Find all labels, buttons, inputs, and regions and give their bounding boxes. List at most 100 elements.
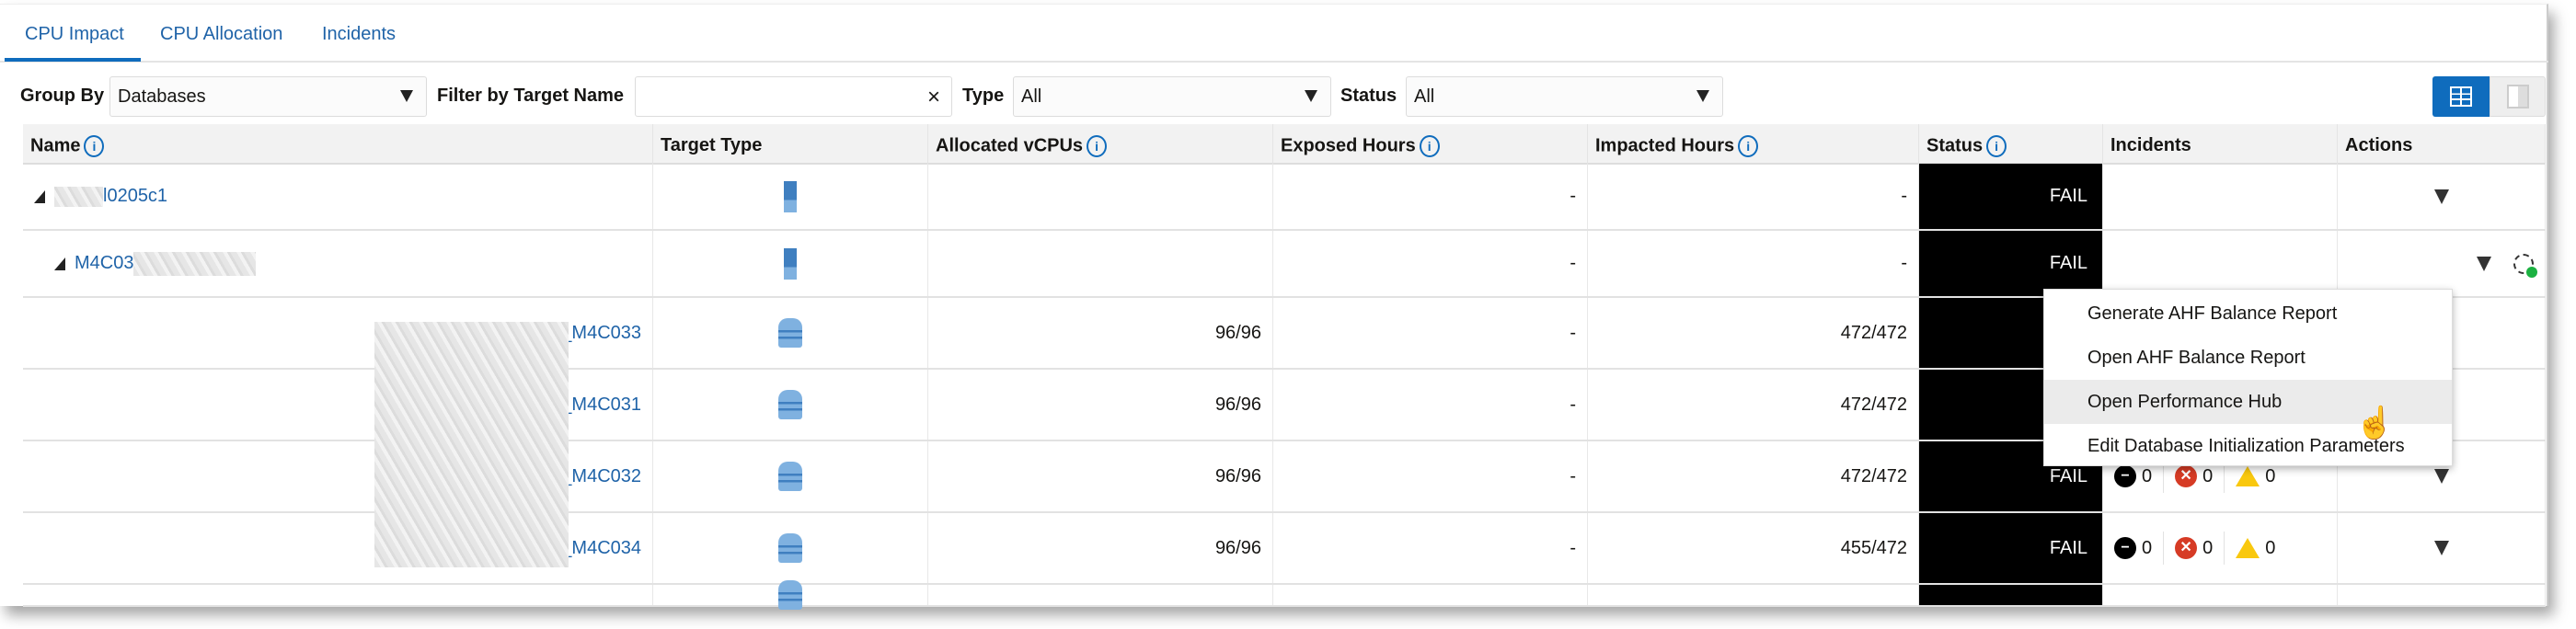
tab-divider: [0, 61, 2548, 63]
column-header-name[interactable]: Name i: [23, 124, 653, 165]
impacted-cell: 472/472: [1588, 298, 1919, 368]
name-cell: [23, 585, 653, 605]
info-icon[interactable]: i: [1087, 135, 1108, 157]
impacted-cell: 455/472: [1588, 513, 1919, 583]
target-link[interactable]: M4C03: [75, 253, 133, 274]
collapse-icon[interactable]: [54, 257, 65, 270]
detail-view-button[interactable]: [2490, 76, 2546, 117]
header-label: Exposed Hours: [1281, 135, 1416, 156]
header-label: Incidents: [2110, 135, 2191, 155]
status-value: All: [1414, 86, 1435, 107]
target-link[interactable]: _M4C033: [561, 323, 641, 344]
actions-dropdown-icon[interactable]: [2433, 469, 2449, 484]
target-type-cell: [653, 298, 928, 368]
impacted-value: 455/472: [1840, 537, 1907, 558]
count: 0: [2142, 537, 2153, 558]
tab-cpu-impact[interactable]: CPU Impact: [25, 24, 124, 45]
table-row[interactable]: l0205c1 - - FAIL: [23, 164, 2546, 231]
column-header-exposed-hours[interactable]: Exposed Hours i: [1273, 124, 1588, 165]
count: 0: [2202, 537, 2214, 558]
exposed-value: -: [1570, 465, 1576, 486]
target-link[interactable]: l0205c1: [103, 186, 167, 207]
exposed-cell: -: [1273, 164, 1588, 229]
type-label: Type: [962, 86, 1005, 106]
collapse-icon[interactable]: [34, 189, 45, 203]
incident-critical[interactable]: ✕ 0: [2175, 532, 2225, 565]
allocated-cell: [928, 164, 1273, 229]
info-icon[interactable]: i: [1419, 135, 1440, 157]
actions-cell: [2338, 164, 2546, 229]
exposed-cell: -: [1273, 298, 1588, 368]
column-header-incidents[interactable]: Incidents: [2103, 124, 2338, 165]
error-icon: ✕: [2175, 465, 2198, 487]
exposed-value: -: [1570, 253, 1576, 273]
status-badge: FAIL: [2049, 186, 2087, 206]
allocated-cell: 96/96: [928, 441, 1273, 511]
actions-dropdown-icon[interactable]: [2433, 189, 2449, 204]
status-badge: FAIL: [2049, 537, 2087, 558]
exposed-cell: -: [1273, 513, 1588, 583]
info-icon[interactable]: i: [1738, 135, 1759, 157]
table-view-button[interactable]: [2432, 76, 2490, 117]
database-icon: [778, 580, 802, 610]
actions-dropdown-icon[interactable]: [2477, 256, 2491, 271]
clear-icon[interactable]: ×: [927, 85, 940, 110]
count: 0: [2202, 465, 2214, 486]
impacted-value: 472/472: [1840, 465, 1907, 486]
minus-circle-icon: −: [2114, 537, 2136, 559]
warning-icon: [2236, 466, 2260, 486]
group-by-value: Databases: [118, 86, 206, 107]
database-icon: [778, 318, 802, 348]
status-select[interactable]: All: [1406, 76, 1723, 117]
menu-item-generate-ahf-report[interactable]: Generate AHF Balance Report: [2044, 292, 2452, 336]
target-link[interactable]: _M4C031: [561, 395, 641, 416]
column-header-allocated-vcpus[interactable]: Allocated vCPUs i: [928, 124, 1273, 165]
status-cell: [1919, 585, 2103, 605]
status-label: Status: [1340, 86, 1397, 106]
exposed-cell: -: [1273, 231, 1588, 296]
cluster-icon: [784, 180, 797, 212]
exposed-value: -: [1570, 394, 1576, 415]
menu-item-open-ahf-report[interactable]: Open AHF Balance Report: [2044, 336, 2452, 380]
hand-cursor-icon: ☝: [2355, 406, 2395, 440]
incident-fatal[interactable]: −0: [2114, 532, 2165, 565]
tab-incidents[interactable]: Incidents: [322, 24, 396, 45]
type-select[interactable]: All: [1013, 76, 1331, 117]
impacted-cell: -: [1588, 164, 1919, 229]
column-header-target-type[interactable]: Target Type: [653, 124, 928, 165]
actions-dropdown-icon[interactable]: [2433, 541, 2449, 555]
incidents-cell: −0 ✕ 0 0: [2103, 513, 2338, 583]
warning-icon: [2236, 538, 2260, 558]
header-label: Impacted Hours: [1595, 135, 1735, 156]
filter-label: Filter by Target Name: [437, 86, 625, 106]
chevron-down-icon: [1696, 90, 1709, 102]
column-header-impacted-hours[interactable]: Impacted Hours i: [1588, 124, 1919, 165]
count: 0: [2265, 537, 2276, 558]
header-label: Allocated vCPUs: [936, 135, 1084, 156]
exposed-cell: -: [1273, 441, 1588, 511]
target-type-cell: [653, 164, 928, 229]
exposed-value: -: [1570, 186, 1576, 206]
table-row[interactable]: [23, 580, 2546, 610]
target-link[interactable]: _M4C034: [561, 538, 641, 559]
group-by-select[interactable]: Databases: [109, 76, 427, 117]
impacted-cell: 472/472: [1588, 370, 1919, 440]
exposed-cell: -: [1273, 370, 1588, 440]
allocated-cell: [928, 585, 1273, 605]
impacted-value: -: [1901, 253, 1907, 273]
info-icon[interactable]: i: [1986, 135, 2007, 157]
filter-target-name-input[interactable]: ×: [635, 76, 952, 117]
exposed-cell: [1273, 585, 1588, 605]
tab-cpu-allocation[interactable]: CPU Allocation: [160, 24, 282, 45]
panel-icon: [2506, 85, 2529, 109]
info-icon[interactable]: i: [84, 135, 105, 157]
error-icon: ✕: [2175, 537, 2198, 559]
allocated-value: 96/96: [1214, 322, 1261, 343]
target-type-cell: [653, 370, 928, 440]
target-link[interactable]: _M4C032: [561, 466, 641, 487]
target-type-cell: [653, 513, 928, 583]
column-header-status[interactable]: Status i: [1919, 124, 2103, 165]
incident-warning[interactable]: 0: [2236, 532, 2286, 565]
header-label: Actions: [2345, 135, 2413, 155]
incidents-cell: [2103, 164, 2338, 229]
